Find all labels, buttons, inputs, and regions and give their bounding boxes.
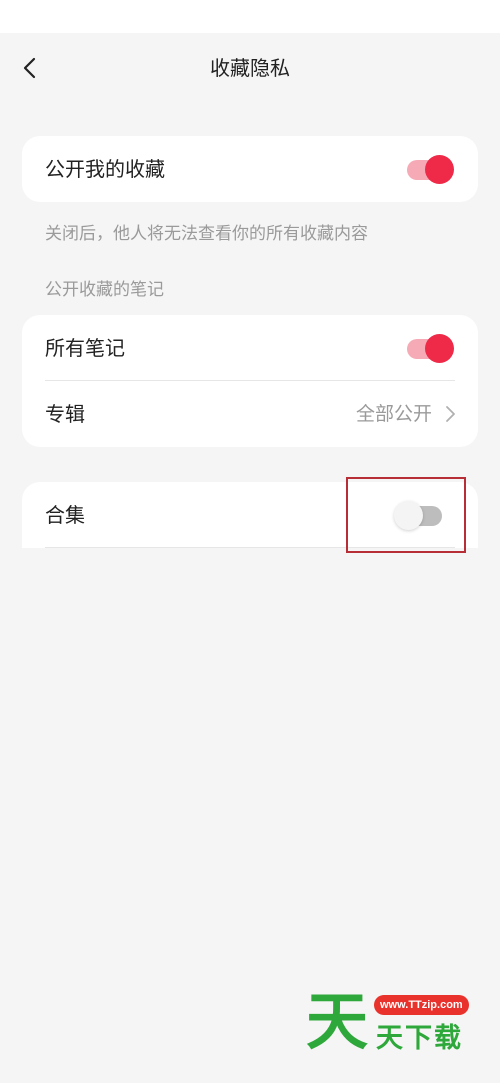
album-row[interactable]: 专辑 全部公开 (22, 381, 478, 447)
chevron-left-icon (23, 57, 36, 79)
navigation-bar: 收藏隐私 (0, 33, 500, 103)
public-favorites-row: 公开我的收藏 (22, 136, 478, 202)
notes-card: 所有笔记 专辑 全部公开 (22, 315, 478, 447)
notes-section-heading: 公开收藏的笔记 (45, 280, 164, 300)
collection-label: 合集 (45, 503, 85, 527)
public-favorites-toggle[interactable] (407, 152, 455, 186)
watermark-url: www.TTzip.com (374, 995, 469, 1015)
toggle-knob (394, 501, 423, 530)
public-favorites-label: 公开我的收藏 (45, 157, 165, 181)
watermark-text: 天下载 (376, 1023, 463, 1054)
watermark-big-char: 天 (306, 985, 369, 1058)
status-bar (0, 0, 500, 33)
all-notes-label: 所有笔记 (45, 336, 125, 360)
page-title: 收藏隐私 (210, 56, 290, 80)
collection-toggle[interactable] (394, 498, 442, 532)
back-button[interactable] (14, 51, 48, 85)
public-favorites-hint: 关闭后，他人将无法查看你的所有收藏内容 (45, 224, 368, 244)
public-favorites-card: 公开我的收藏 (22, 136, 478, 202)
album-visibility-value: 全部公开 (355, 403, 432, 425)
album-label: 专辑 (45, 402, 85, 426)
toggle-knob (425, 334, 454, 363)
row-divider (45, 547, 455, 548)
chevron-right-icon (446, 406, 455, 422)
toggle-knob (425, 155, 454, 184)
collection-row: 合集 (22, 482, 478, 548)
watermark-logo: 天 www.TTzip.com 天下载 (306, 986, 496, 1058)
collection-card: 合集 (22, 482, 478, 548)
all-notes-row: 所有笔记 (22, 315, 478, 381)
all-notes-toggle[interactable] (407, 331, 455, 365)
